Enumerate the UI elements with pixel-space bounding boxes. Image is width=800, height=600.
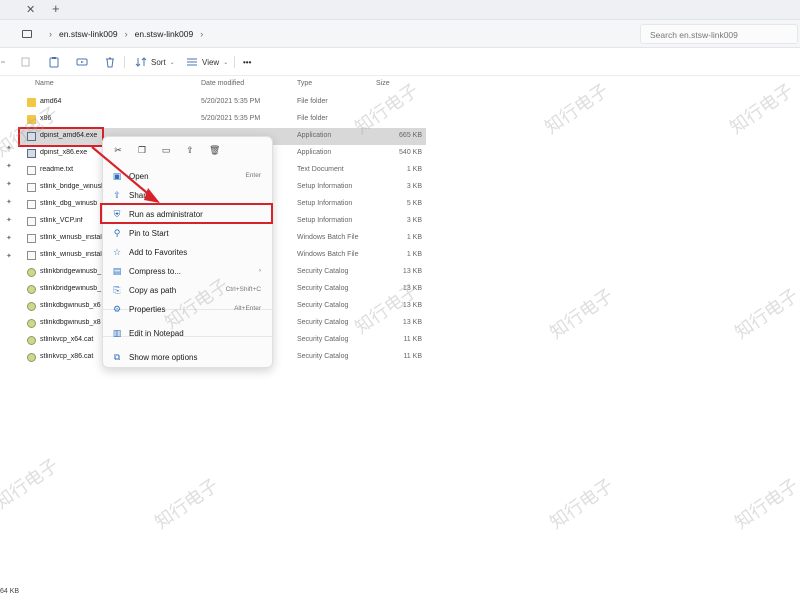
- annotation-arrow: [91, 146, 160, 203]
- status-bar-text: 64 KB: [0, 588, 20, 595]
